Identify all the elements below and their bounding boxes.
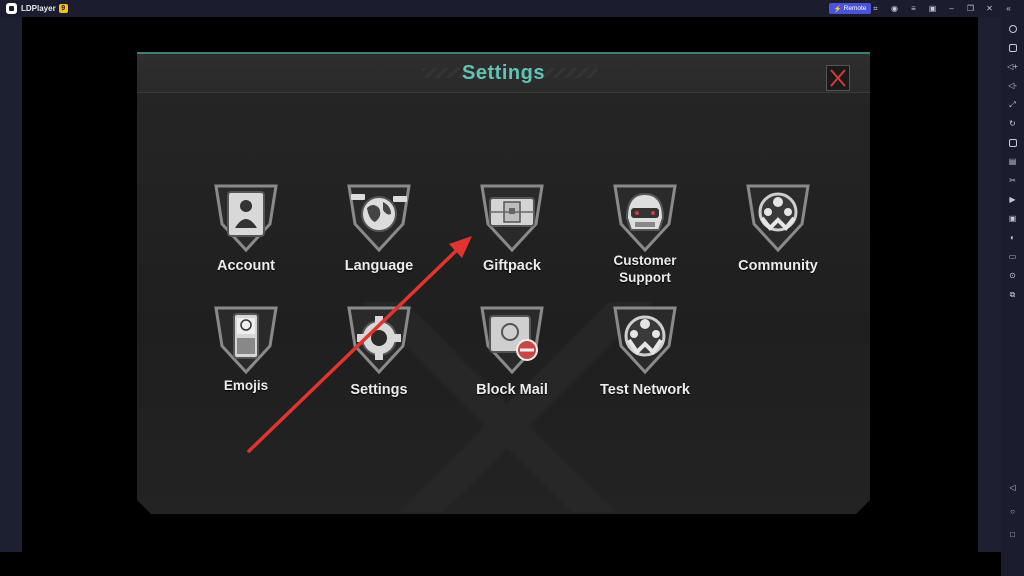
resize-icon[interactable]: ⤢: [1006, 98, 1019, 111]
gear-icon: [341, 302, 417, 376]
close-icon[interactable]: ✕: [980, 0, 999, 17]
screenshot-icon[interactable]: ▤: [1006, 155, 1019, 168]
close-panel-button[interactable]: [826, 65, 850, 91]
volume-down-icon[interactable]: ◁-: [1006, 79, 1019, 92]
minimize-icon[interactable]: –: [942, 0, 961, 17]
gamepad-icon[interactable]: ⌗: [866, 0, 885, 17]
shake-icon[interactable]: ⧉: [1006, 288, 1019, 301]
tile-emojis[interactable]: Emojis: [191, 302, 301, 422]
tile-community[interactable]: Community: [723, 180, 833, 300]
screen-border-left: [0, 17, 22, 552]
lightning-icon: ⚡: [833, 5, 842, 13]
settings-panel: Settings Account Language Giftpack Custo…: [137, 52, 870, 514]
folder-icon[interactable]: ▭: [1006, 250, 1019, 263]
tile-label: Language: [344, 258, 414, 274]
settings-icon[interactable]: [1006, 22, 1019, 35]
collapse-icon[interactable]: «: [999, 0, 1018, 17]
tile-block-mail[interactable]: Block Mail: [457, 302, 567, 422]
account-icon: [208, 180, 284, 254]
user-icon[interactable]: ◉: [885, 0, 904, 17]
remote-button[interactable]: ⚡ Remote: [829, 3, 871, 14]
tile-account[interactable]: Account: [191, 180, 301, 300]
tile-label-line1: Customer: [613, 253, 677, 268]
scissors-icon[interactable]: ✂: [1006, 174, 1019, 187]
block-mail-icon: [474, 302, 550, 376]
emulator-sidebar: ◁+ ◁- ⤢ ↻ ▤ ✂ ▶ ▣ ◐ ▭ ⊙ ⧉ ◁ ○ □: [1001, 17, 1024, 576]
screen-border-right: [978, 17, 1001, 552]
close-x-icon: [827, 66, 849, 90]
support-helmet-icon: [607, 180, 683, 254]
phone-emoji-icon: [208, 302, 284, 376]
home-icon[interactable]: ○: [1006, 505, 1019, 518]
remote-label: Remote: [843, 5, 867, 12]
tile-label: Settings: [350, 382, 408, 398]
menu-icon[interactable]: ≡: [904, 0, 923, 17]
tile-language[interactable]: Language: [324, 180, 434, 300]
giftbox-icon: [474, 180, 550, 254]
back-icon[interactable]: ◁: [1006, 481, 1019, 494]
ldplayer-logo-icon: [6, 3, 17, 14]
tile-label: Community: [738, 258, 818, 274]
version-badge: 9: [58, 4, 68, 13]
app-name: LDPlayer: [21, 4, 56, 13]
page-title: Settings: [462, 62, 545, 84]
panel-header: Settings: [137, 54, 870, 93]
tile-label: Account: [217, 258, 275, 274]
restore-icon[interactable]: ❐: [961, 0, 980, 17]
tile-giftpack[interactable]: Giftpack: [457, 180, 567, 300]
record-icon[interactable]: ▶: [1006, 193, 1019, 206]
volume-up-icon[interactable]: ◁+: [1006, 60, 1019, 73]
keyboard-icon[interactable]: [1006, 41, 1019, 54]
tile-label: Block Mail: [476, 382, 548, 398]
tile-label: Emojis: [223, 378, 269, 393]
screen-icon[interactable]: ▣: [923, 0, 942, 17]
sync-icon[interactable]: ↻: [1006, 117, 1019, 130]
location-icon[interactable]: ⊙: [1006, 269, 1019, 282]
multi-instance-icon[interactable]: ▣: [1006, 212, 1019, 225]
apk-install-icon[interactable]: [1006, 136, 1019, 149]
community-icon: [740, 180, 816, 254]
title-bar: LDPlayer 9 ⚡ Remote ⌗ ◉ ≡ ▣ – ❐ ✕ «: [0, 0, 1024, 17]
tile-label-line2: Support: [619, 270, 671, 285]
tile-settings[interactable]: Settings: [324, 302, 434, 422]
tile-label: Customer Support: [580, 252, 710, 286]
screen-border-bottom: [0, 552, 1001, 576]
tile-customer-support[interactable]: Customer Support: [590, 180, 700, 300]
network-icon: [607, 302, 683, 376]
tile-test-network[interactable]: Test Network: [590, 302, 700, 422]
tile-label: Test Network: [600, 382, 690, 398]
emulator-screen: Settings Account Language Giftpack Custo…: [22, 17, 978, 552]
operation-record-icon[interactable]: ◐: [1006, 231, 1019, 244]
globe-icon: [341, 180, 417, 254]
recents-icon[interactable]: □: [1006, 528, 1019, 541]
tile-label: Giftpack: [482, 258, 541, 274]
